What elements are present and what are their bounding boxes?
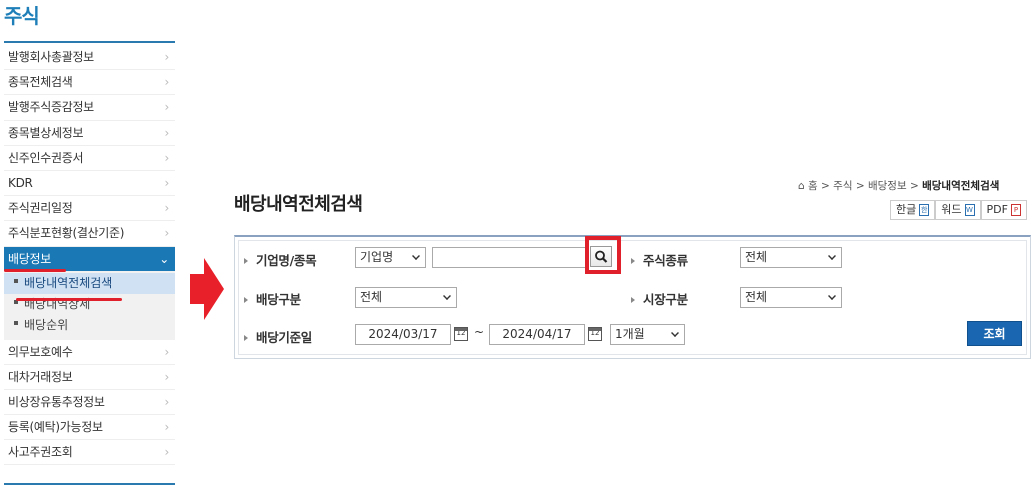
chevron-down-icon [443,292,451,300]
breadcrumb: ⌂ 홈 > 주식 > 배당정보 > 배당내역전체검색 [798,180,1000,192]
dividend-type-select[interactable]: 전체 [355,287,457,308]
chevron-down-icon [828,252,836,260]
market-select[interactable]: 전체 [740,287,842,308]
chevron-right-icon: › [164,445,170,460]
chevron-down-icon: ⌄ [159,251,169,266]
calendar-icon[interactable]: 12 [454,327,468,341]
arrow-right-icon [190,258,224,320]
sidebar-item-kdr[interactable]: KDR › [4,171,175,197]
sidebar-menu: 발행회사총괄정보 › 종목전체검색 › 발행주식증감정보 › 종목별상세정보 › 신주인… [4,45,175,466]
sidebar-item-dividend[interactable]: 배당정보 ⌄ [4,246,175,271]
export-word-button[interactable]: 워드 W [935,200,981,220]
annotation-underline [4,269,66,272]
date-from-input[interactable]: 2024/03/17 [355,324,451,345]
sidebar-item-stock-detail[interactable]: 종목별상세정보 › [4,121,175,146]
home-icon[interactable]: ⌂ [798,180,805,192]
submenu-item-dividend-detail[interactable]: 배당내역상세 [4,294,175,315]
date-to-input[interactable]: 2024/04/17 [489,324,585,345]
chevron-right-icon: › [164,50,170,64]
chevron-right-icon: › [164,100,170,115]
period-select[interactable]: 1개월 [610,324,685,345]
section-title: 주식 [4,4,40,28]
stock-type-select[interactable]: 전체 [740,247,842,268]
sidebar-item-share-change[interactable]: 발행주식증감정보 › [4,95,175,121]
export-hangul-button[interactable]: 한글 한 [890,200,936,220]
chevron-down-icon [412,252,420,260]
sidebar-divider-bottom [4,483,175,485]
chevron-right-icon: › [164,201,170,216]
chevron-down-icon [671,329,679,337]
annotation-highlight-box [585,236,621,274]
sidebar-item-issuer-info[interactable]: 발행회사총괄정보 › [4,45,175,71]
submenu-item-dividend-search[interactable]: 배당내역전체검색 [4,272,175,294]
sidebar-item-lending[interactable]: 대차거래정보 › [4,365,175,390]
chevron-right-icon: › [164,175,170,190]
chevron-down-icon [828,292,836,300]
company-search-input[interactable] [432,247,588,268]
company-label: 기업명/종목 [244,250,317,269]
export-buttons: 한글 한 워드 W PDF P [890,200,1027,220]
sidebar-item-stock-search[interactable]: 종목전체검색 › [4,70,175,96]
date-separator: ~ [474,325,485,339]
sidebar-item-rights-cert[interactable]: 신주인수권증서 › [4,146,175,171]
page-title: 배당내역전체검색 [234,194,363,215]
market-label: 시장구분 [631,289,688,308]
annotation-underline [16,298,122,301]
chevron-right-icon: › [164,344,170,359]
chevron-right-icon: › [164,394,170,409]
sidebar-item-rights-schedule[interactable]: 주식권리일정 › [4,196,175,222]
dividend-type-label: 배당구분 [244,289,301,308]
sidebar-item-lockup[interactable]: 의무보호예수 › [4,340,175,365]
date-label: 배당기준일 [244,327,312,346]
bullet-icon [14,279,18,283]
sidebar-divider-top [4,41,175,43]
hwp-file-icon: 한 [919,204,930,216]
export-pdf-button[interactable]: PDF P [980,200,1027,220]
sidebar-submenu: 배당내역전체검색 배당내역상세 배당순위 [4,270,175,340]
word-file-icon: W [964,204,975,216]
chevron-right-icon: › [164,125,170,140]
calendar-icon[interactable]: 12 [588,327,602,341]
company-type-select[interactable]: 기업명 [355,247,426,268]
chevron-right-icon: › [164,150,170,165]
query-button[interactable]: 조회 [967,321,1022,346]
sidebar-item-lost-cert[interactable]: 사고주권조회 › [4,440,175,466]
sidebar-item-unlisted[interactable]: 비상장유통추정정보 › [4,390,175,416]
chevron-right-icon: › [164,226,170,241]
sidebar-item-registration[interactable]: 등록(예탁)가능정보 › [4,415,175,441]
chevron-right-icon: › [164,75,170,90]
submenu-item-dividend-rank[interactable]: 배당순위 [4,315,175,336]
sidebar-item-distribution[interactable]: 주식분포현황(결산기준) › [4,221,175,247]
pdf-file-icon: P [1010,204,1021,216]
chevron-right-icon: › [164,369,170,384]
stock-type-label: 주식종류 [631,250,688,269]
bullet-icon [14,321,18,325]
chevron-right-icon: › [164,420,170,435]
